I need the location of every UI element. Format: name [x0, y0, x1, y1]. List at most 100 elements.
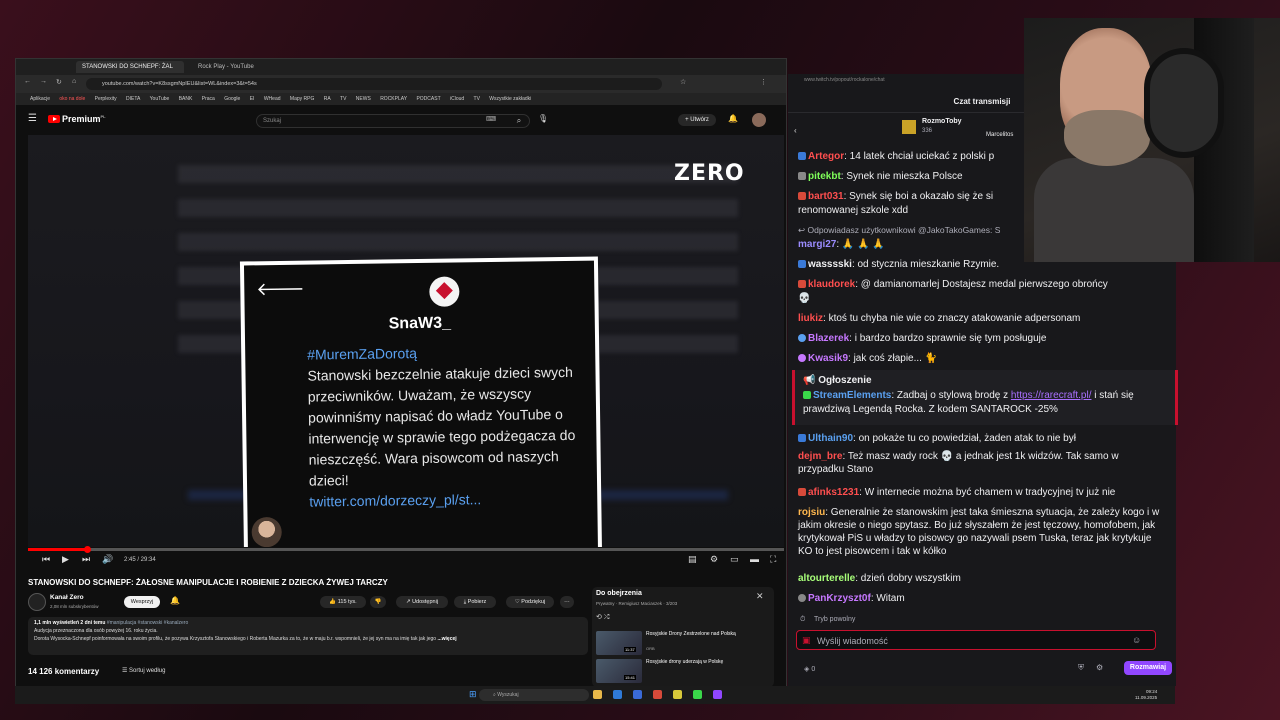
chat-username[interactable]: Artegor [808, 151, 844, 162]
loop-icon[interactable]: ⟲ [596, 614, 602, 621]
bookmark-item[interactable]: BANK [179, 96, 193, 102]
chat-username[interactable]: Ulthain90 [808, 433, 853, 444]
chat-username[interactable]: klaudorek [808, 279, 855, 290]
theater-mode-icon[interactable]: ▬ [750, 554, 759, 564]
bookmark-item[interactable]: DIETA [126, 96, 140, 102]
bookmark-item-all[interactable]: Wszystkie zakładki [489, 96, 531, 102]
bookmark-item[interactable]: ROCKPLAY [380, 96, 407, 102]
video-player[interactable]: ZERO 🡐 SnaW3_ #MuremZaDorotą Stanowski b… [28, 135, 784, 547]
more-actions-icon[interactable]: ⋯ [560, 596, 574, 608]
dislike-icon[interactable]: 👎 [370, 596, 386, 608]
edge-icon[interactable] [613, 690, 622, 699]
app-icon[interactable] [633, 690, 642, 699]
reload-icon[interactable]: ↻ [56, 78, 62, 86]
forward-icon[interactable]: → [40, 78, 47, 85]
video-description[interactable]: 1,1 mln wyświetleń 2 dni temu #manipulac… [28, 617, 588, 655]
bookmark-item[interactable]: WHead [264, 96, 281, 102]
gift-leader[interactable]: RozmoToby [922, 118, 962, 125]
bookmark-item[interactable]: Google [224, 96, 240, 102]
sort-comments-button[interactable]: ☰ Sortuj według [122, 667, 165, 674]
bookmark-item[interactable]: Mapy RPG [290, 96, 314, 102]
chat-message-input[interactable]: Wyślij wiadomość [796, 630, 1156, 650]
app-icon[interactable] [673, 690, 682, 699]
app-icon[interactable] [713, 690, 722, 699]
chat-username[interactable]: dejm_bre [798, 451, 842, 462]
next-icon[interactable]: ⏭ [82, 554, 90, 565]
chat-username[interactable]: altourterelle [798, 573, 855, 584]
bookmark-item[interactable]: PODCAST [416, 96, 440, 102]
bookmark-item[interactable]: YouTube [150, 96, 170, 102]
chat-username[interactable]: wasssski [808, 259, 852, 270]
bookmark-item[interactable]: EI [250, 96, 255, 102]
keyboard-icon[interactable]: ⌨ [486, 115, 496, 123]
volume-icon[interactable]: 🔊 [102, 554, 113, 565]
shield-icon[interactable]: ⛨ [1078, 663, 1084, 673]
bookmark-item[interactable]: Aplikacje [30, 96, 50, 102]
bookmark-item[interactable]: TV [340, 96, 346, 102]
gift-leader-2[interactable]: Marcelitos [986, 132, 1013, 138]
shuffle-icon[interactable]: ⤮ [604, 614, 610, 621]
home-icon[interactable]: ⌂ [72, 78, 76, 85]
chat-username[interactable]: liukiz [798, 313, 823, 324]
avatar[interactable] [752, 113, 766, 127]
chevron-left-icon[interactable]: ‹ [794, 126, 797, 135]
microphone-icon[interactable]: 🎙 [538, 114, 548, 123]
download-button[interactable]: ⤓ Pobierz [454, 596, 496, 608]
tab-video[interactable]: STANOWSKI DO SCHNEPF: ŻAL [76, 61, 184, 73]
create-button[interactable]: + Utwórz [678, 114, 716, 126]
back-icon[interactable]: ← [24, 78, 31, 85]
description-tags[interactable]: #manipulacja #stanowski #kanalzero [107, 620, 188, 626]
fullscreen-icon[interactable]: ⛶ [770, 554, 776, 565]
url-field[interactable]: youtube.com/watch?v=K8ssgmNpIEU&list=WL&… [86, 78, 662, 90]
chat-username[interactable]: bart031 [808, 191, 844, 202]
chat-send-button[interactable]: Rozmawiaj [1124, 661, 1172, 675]
system-clock[interactable]: 09:24 11.09.2025 [1135, 689, 1157, 701]
file-explorer-icon[interactable] [593, 690, 602, 699]
support-button[interactable]: Wesprzyj [124, 596, 160, 608]
gear-icon[interactable]: ⚙ [1096, 663, 1103, 672]
settings-gear-icon[interactable]: ⚙ [710, 554, 718, 565]
chat-username[interactable]: pitekbt [808, 171, 841, 182]
show-more-link[interactable]: ...więcej [437, 636, 456, 642]
chat-username[interactable]: margi27 [798, 239, 836, 250]
channel-avatar[interactable] [28, 593, 46, 611]
announcement-link[interactable]: https://rarecraft.pl/ [1011, 390, 1092, 401]
star-icon[interactable]: ☆ [680, 78, 686, 86]
bookmark-item[interactable]: RA [324, 96, 331, 102]
chat-username[interactable]: afinks1231 [808, 487, 859, 498]
bookmark-item[interactable]: TV [474, 96, 480, 102]
spotify-icon[interactable] [693, 690, 702, 699]
notifications-bell-icon[interactable]: 🔔 [728, 114, 738, 123]
miniplayer-icon[interactable]: ▭ [730, 554, 739, 565]
subscription-bell-icon[interactable]: 🔔 [170, 596, 180, 605]
bookmark-item[interactable]: Praca [202, 96, 215, 102]
chat-username[interactable]: rojsiu [798, 507, 825, 518]
close-icon[interactable]: ✕ [756, 591, 764, 602]
chat-username[interactable]: Kwasik9 [808, 353, 848, 364]
emote-icon[interactable]: ☺ [1132, 635, 1141, 645]
previous-icon[interactable]: ⏮ [42, 554, 50, 565]
chrome-icon[interactable] [653, 690, 662, 699]
bookmark-item[interactable]: NEWS [356, 96, 371, 102]
chat-username[interactable]: StreamElements [813, 390, 891, 401]
tab-rock-play[interactable]: Rock Play - YouTube [192, 61, 292, 73]
playlist-item[interactable]: 15:41 Rosyjskie drony uderzają w Polskę [596, 659, 768, 685]
taskbar-search[interactable]: ⌕ Wyszukaj [479, 689, 589, 701]
thanks-button[interactable]: ♡ Podziękuj [506, 596, 554, 608]
youtube-logo[interactable]: PremiumPL [48, 114, 106, 124]
subtitles-icon[interactable]: ▤ [688, 554, 697, 565]
like-button[interactable]: 👍 115 tys. [320, 596, 366, 608]
playlist-item[interactable]: 11:37 Rosyjskie Drony Zestrzelone nad Po… [596, 631, 768, 657]
channel-name[interactable]: Kanał Zero [50, 594, 84, 601]
menu-dots-icon[interactable]: ⋮ [760, 78, 767, 86]
chat-username[interactable]: Blazerek [808, 333, 849, 344]
chat-username[interactable]: PanKrzyszt0f [808, 593, 871, 604]
search-icon[interactable]: ⌕ [506, 114, 532, 128]
bookmark-item[interactable]: Perplexity [95, 96, 117, 102]
bookmark-item[interactable]: oko na dole [59, 96, 85, 102]
play-icon[interactable]: ▶ [62, 554, 69, 565]
start-icon[interactable]: ⊞ [469, 689, 477, 700]
hamburger-menu-icon[interactable]: ☰ [28, 113, 37, 124]
share-button[interactable]: ↗ Udostępnij [396, 596, 448, 608]
channel-points[interactable]: ◈ 0 [804, 665, 815, 673]
